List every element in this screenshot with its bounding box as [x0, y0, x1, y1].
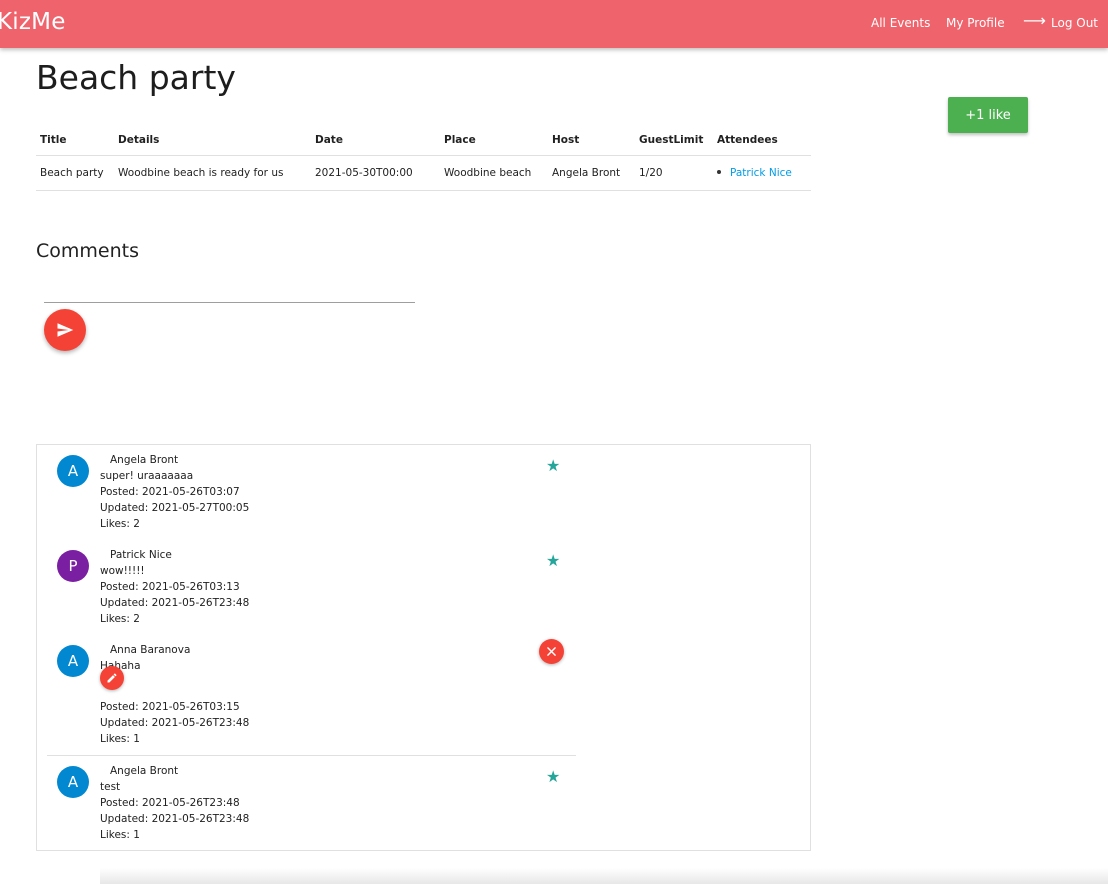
nav-all-events-link[interactable]: All Events [871, 16, 930, 30]
column-header-guestlimit: GuestLimit [635, 124, 713, 156]
attendee-link[interactable]: Patrick Nice [730, 167, 792, 179]
cell-place: Woodbine beach [440, 155, 548, 191]
arrow-right-icon[interactable]: ⟶ [1023, 11, 1046, 30]
cell-guest-limit: 1/20 [635, 155, 713, 191]
brand-logo[interactable]: KizMe [0, 9, 66, 35]
like-button[interactable]: +1 like [948, 97, 1028, 133]
column-header-date: Date [311, 124, 440, 156]
comments-heading: Comments [36, 240, 139, 262]
avatar: P [57, 550, 89, 582]
star-icon[interactable]: ★ [546, 553, 560, 569]
comment-updated: Updated: 2021-05-26T23:48 [100, 597, 250, 609]
star-icon[interactable]: ★ [546, 458, 560, 474]
star-icon[interactable]: ★ [546, 769, 560, 785]
comment-posted: Posted: 2021-05-26T23:48 [100, 797, 240, 809]
avatar: A [57, 766, 89, 798]
comment-likes: Likes: 2 [100, 518, 140, 530]
comment-likes: Likes: 1 [100, 829, 140, 841]
comment-text: test [100, 781, 121, 793]
comment-author: Angela Bront [110, 454, 179, 466]
comment-posted: Posted: 2021-05-26T03:13 [100, 581, 240, 593]
edit-comment-button[interactable] [100, 666, 124, 690]
column-header-place: Place [440, 124, 548, 156]
table-row: Beach party Woodbine beach is ready for … [36, 155, 811, 191]
avatar: A [57, 645, 89, 677]
comment-updated: Updated: 2021-05-26T23:48 [100, 717, 250, 729]
top-navbar: KizMe All Events My Profile ⟶ Log Out [0, 0, 1108, 48]
comment-updated: Updated: 2021-05-26T23:48 [100, 813, 250, 825]
table-header-row: Title Details Date Place Host GuestLimit… [36, 124, 811, 156]
event-details-table: Title Details Date Place Host GuestLimit… [36, 124, 811, 191]
cell-details: Woodbine beach is ready for us [114, 155, 311, 191]
comment-posted: Posted: 2021-05-26T03:15 [100, 701, 240, 713]
avatar: A [57, 455, 89, 487]
list-bullet [717, 170, 721, 174]
cell-date: 2021-05-30T00:00 [311, 155, 440, 191]
comment-input[interactable] [44, 280, 415, 303]
comment-likes: Likes: 1 [100, 733, 140, 745]
comment-item: A Angela Bront super! uraaaaaaa Posted: … [37, 445, 810, 540]
comment-item: P Patrick Nice wow!!!!! Posted: 2021-05-… [37, 540, 810, 635]
comment-item: A Angela Bront test Posted: 2021-05-26T2… [37, 756, 810, 850]
nav-my-profile-link[interactable]: My Profile [946, 16, 1005, 30]
nav-log-out-link[interactable]: Log Out [1051, 16, 1098, 30]
send-comment-button[interactable] [44, 309, 86, 351]
column-header-host: Host [548, 124, 635, 156]
column-header-title: Title [36, 124, 114, 156]
comment-updated: Updated: 2021-05-27T00:05 [100, 502, 250, 514]
cell-host: Angela Bront [548, 155, 635, 191]
close-icon [547, 647, 556, 656]
comment-item: A Anna Baranova Hahaha Posted: 2021-05-2… [37, 635, 810, 756]
send-icon [57, 323, 74, 337]
comment-text: wow!!!!! [100, 565, 145, 577]
column-header-details: Details [114, 124, 311, 156]
comment-author: Angela Bront [110, 765, 179, 777]
comment-author: Anna Baranova [110, 644, 191, 656]
pencil-icon [107, 673, 117, 683]
bottom-shadow [100, 868, 1108, 884]
comment-text: super! uraaaaaaa [100, 470, 194, 482]
comments-list: A Angela Bront super! uraaaaaaa Posted: … [36, 444, 811, 851]
page-title: Beach party [36, 58, 236, 97]
column-header-attendees: Attendees [713, 124, 811, 156]
delete-comment-button[interactable] [539, 639, 564, 664]
cell-attendees: Patrick Nice [713, 155, 811, 191]
comment-likes: Likes: 2 [100, 613, 140, 625]
cell-title: Beach party [36, 155, 114, 191]
comment-author: Patrick Nice [110, 549, 172, 561]
comment-posted: Posted: 2021-05-26T03:07 [100, 486, 240, 498]
